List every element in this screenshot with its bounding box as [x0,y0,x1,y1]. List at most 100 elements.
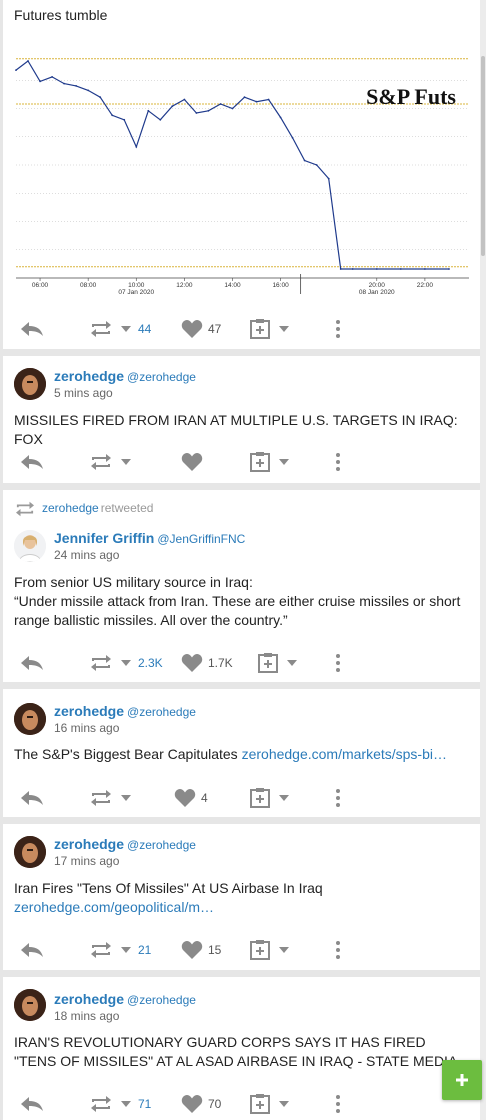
author-handle[interactable]: @zerohedge [127,993,196,1007]
vertical-dots-icon [336,789,340,807]
timestamp[interactable]: 16 mins ago [54,721,119,736]
scrollbar[interactable] [480,0,486,1120]
like-button[interactable] [181,451,203,473]
tweet-menu-button[interactable] [334,787,342,809]
avatar[interactable] [14,530,46,562]
series-point [231,107,234,110]
tweet-actions: 71 70 [3,1093,480,1115]
tweet-menu-button[interactable] [334,318,342,340]
author-handle[interactable]: @JenGriffinFNC [157,532,245,546]
reply-icon [21,322,43,336]
tweet-card[interactable]: zerohedge @zerohedge 5 mins ago MISSILES … [3,356,480,483]
retweet-button[interactable]: 2.3K [89,652,163,674]
retweeter-name[interactable]: zerohedge [42,501,99,515]
reply-button[interactable] [19,652,45,674]
author-name[interactable]: zerohedge [54,991,124,1007]
tweet-link[interactable]: zerohedge.com/geopolitical/m… [14,899,214,915]
retweet-button[interactable]: 71 [89,1093,151,1115]
timestamp[interactable]: 18 mins ago [54,1009,119,1024]
x-tick-label: 22:00 [417,282,434,289]
tweet-card[interactable]: zerohedge @zerohedge 17 mins ago Iran Fir… [3,824,480,970]
tweet-text: Iran Fires "Tens Of Missiles" At US Airb… [14,879,470,917]
tweet-card[interactable]: zerohedge @zerohedge 18 mins ago IRAN'S R… [3,977,480,1120]
avatar[interactable] [14,836,46,868]
more-actions-button[interactable] [249,451,291,473]
author-line[interactable]: zerohedge @zerohedge [54,836,196,854]
retweet-icon [91,321,111,337]
tweet-text: IRAN'S REVOLUTIONARY GUARD CORPS SAYS IT… [14,1034,458,1069]
chart-title: S&P Futs [366,84,456,109]
avatar[interactable] [14,989,46,1021]
tweet-link[interactable]: zerohedge.com/markets/sps-bi… [242,746,447,762]
author-line[interactable]: zerohedge @zerohedge [54,368,196,386]
reply-icon [21,455,43,469]
heart-icon [181,1095,203,1113]
chevron-down-icon [287,660,297,666]
reply-button[interactable] [19,451,45,473]
like-button[interactable]: 70 [181,1093,221,1115]
avatar[interactable] [14,368,46,400]
timestamp[interactable]: 5 mins ago [54,386,113,401]
more-actions-button[interactable] [249,318,291,340]
like-button[interactable]: 47 [181,318,221,340]
reply-button[interactable] [19,318,45,340]
reply-button[interactable] [19,939,45,961]
series-point [243,96,246,99]
series-point [135,146,138,148]
avatar[interactable] [14,703,46,735]
retweet-count: 71 [138,1097,152,1111]
tweet-menu-button[interactable] [334,652,342,674]
like-button[interactable]: 15 [181,939,221,961]
author-name[interactable]: zerohedge [54,703,124,719]
tweet-image-chart[interactable]: 06:00 08:00 10:00 12:00 14:00 16:00 20:00 22:00… [14,46,471,302]
heart-icon [174,789,196,807]
add-to-list-icon [250,788,270,808]
author-handle[interactable]: @zerohedge [127,838,196,852]
retweet-button[interactable] [89,787,133,809]
series-point [147,109,150,112]
tweet-card-chart[interactable]: Futures tumble 06:00 08:00 10:00 12:00 14:00… [3,0,480,349]
tweet-menu-button[interactable] [334,1093,342,1115]
vertical-dots-icon [336,1095,340,1113]
tweet-menu-button[interactable] [334,939,342,961]
compose-button[interactable] [442,1060,482,1100]
series-point [159,118,162,121]
timestamp[interactable]: 17 mins ago [54,854,119,869]
tweet-text: Futures tumble [14,7,108,23]
like-count: 4 [201,791,208,805]
retweet-icon [91,1096,111,1112]
author-line[interactable]: Jennifer Griffin @JenGriffinFNC [54,530,245,548]
tweet-menu-button[interactable] [334,451,342,473]
series-point [315,164,318,166]
retweeted-by[interactable]: zerohedge retweeted [14,500,153,518]
x-tick-label: 12:00 [176,282,193,289]
add-to-list-icon [250,1094,270,1114]
retweet-button[interactable]: 21 [89,939,151,961]
series-point [448,268,450,270]
reply-icon [21,1097,43,1111]
more-actions-button[interactable] [249,787,291,809]
author-name[interactable]: zerohedge [54,368,124,384]
series-point [39,80,41,83]
series-point [255,100,258,103]
timestamp[interactable]: 24 mins ago [54,548,119,563]
reply-button[interactable] [19,1093,45,1115]
like-button[interactable]: 1.7K [181,652,233,674]
tweet-card[interactable]: zerohedge @zerohedge 16 mins ago The S&P'… [3,689,480,817]
retweet-button[interactable]: 44 [89,318,151,340]
author-handle[interactable]: @zerohedge [127,705,196,719]
author-name[interactable]: Jennifer Griffin [54,530,154,546]
author-line[interactable]: zerohedge @zerohedge [54,703,196,721]
author-name[interactable]: zerohedge [54,836,124,852]
author-line[interactable]: zerohedge @zerohedge [54,991,196,1009]
more-actions-button[interactable] [249,1093,291,1115]
scrollbar-thumb[interactable] [481,56,485,256]
reply-button[interactable] [19,787,45,809]
more-actions-button[interactable] [257,652,299,674]
more-actions-button[interactable] [249,939,291,961]
tweet-actions [3,451,480,473]
author-handle[interactable]: @zerohedge [127,370,196,384]
like-button[interactable]: 4 [174,787,208,809]
tweet-card-retweet[interactable]: zerohedge retweeted Jennifer Griffin @JenG… [3,490,480,682]
retweet-button[interactable] [89,451,133,473]
